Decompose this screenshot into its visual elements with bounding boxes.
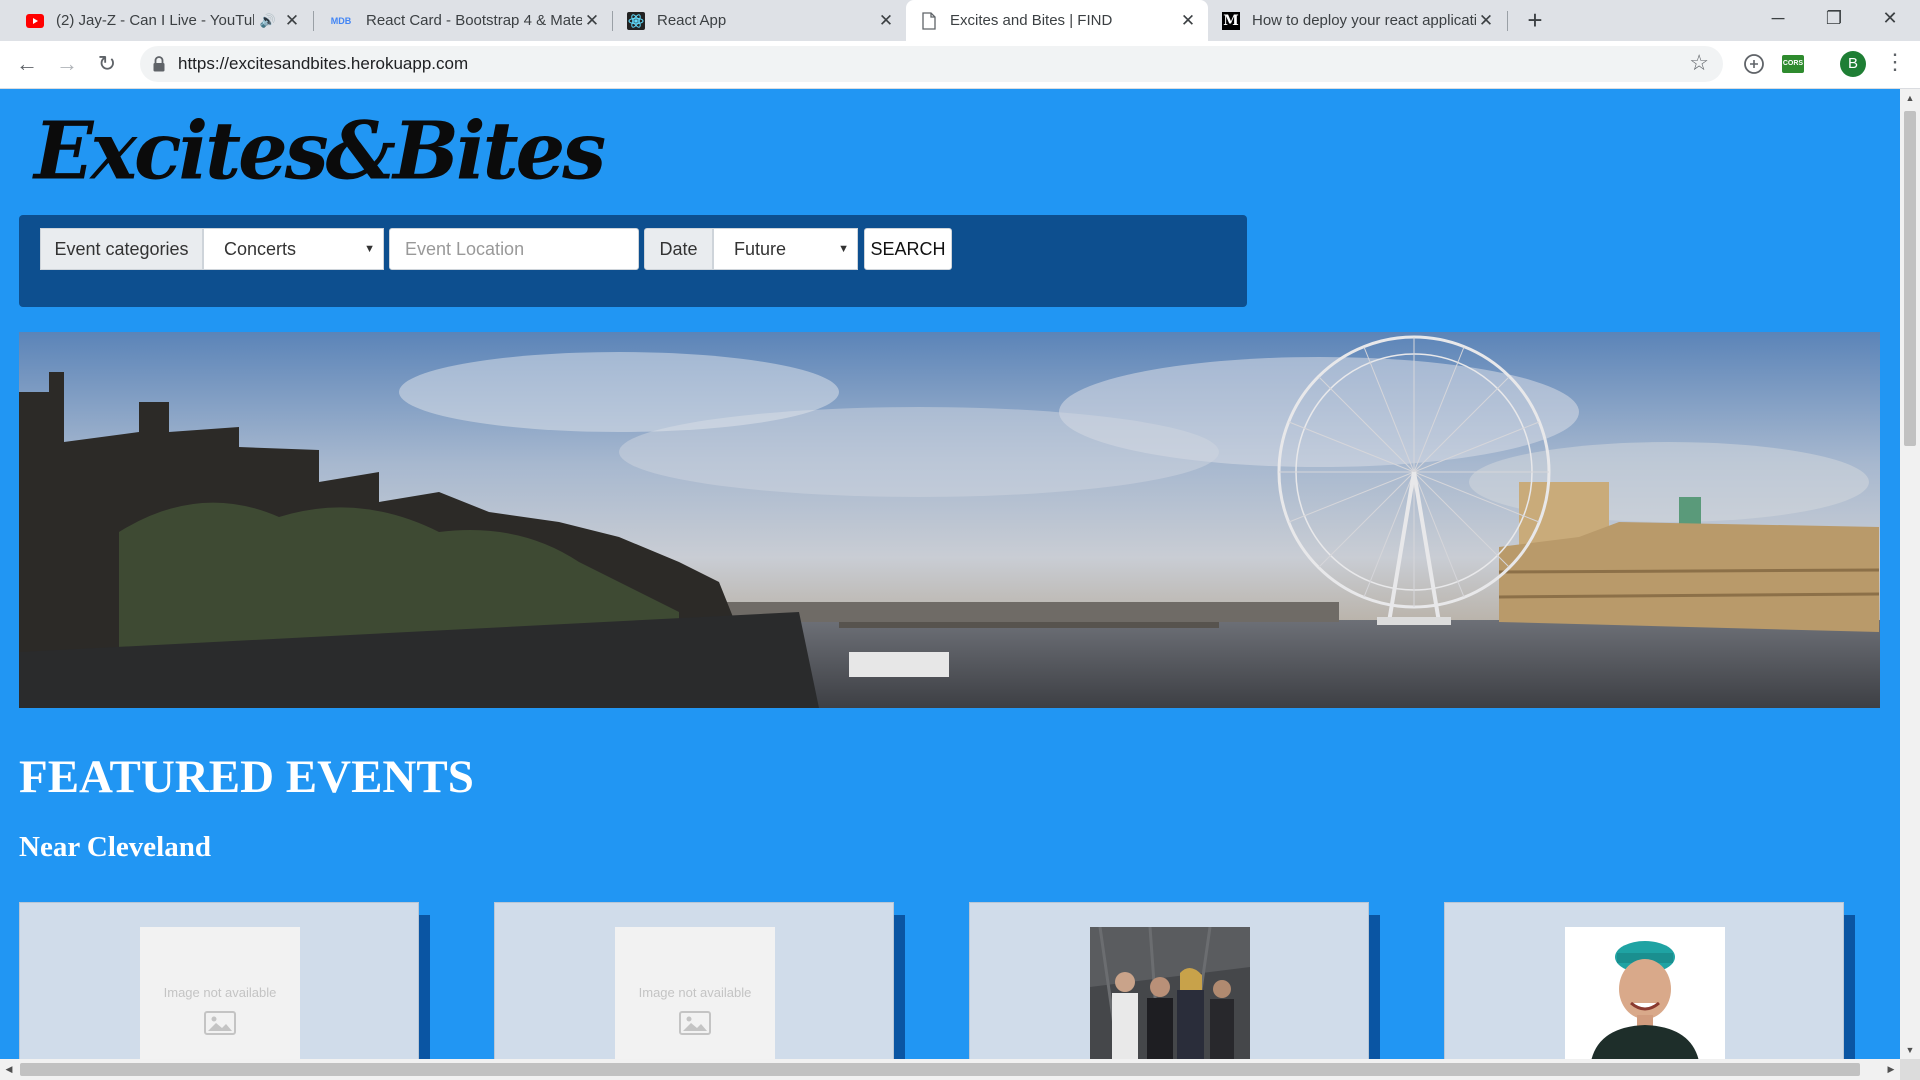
site-logo[interactable]: Excites&Bites	[34, 112, 606, 192]
image-placeholder: Image not available	[140, 927, 300, 1059]
close-window-button[interactable]: ✕	[1862, 0, 1918, 38]
mdb-icon: MDB	[330, 15, 352, 26]
image-not-available-text: Image not available	[638, 985, 752, 1000]
band-photo	[1090, 927, 1250, 1059]
reload-button[interactable]: ↻	[92, 49, 122, 79]
tab-medium[interactable]: M How to deploy your react application ✕	[1208, 0, 1506, 41]
close-tab-icon[interactable]: ✕	[582, 11, 602, 31]
new-tab-button[interactable]: +	[1520, 6, 1550, 36]
featured-events-heading: FEATURED EVENTS	[19, 751, 474, 803]
tab-excites-and-bites[interactable]: Excites and Bites | FIND ✕	[906, 0, 1208, 41]
image-icon	[204, 1011, 236, 1035]
scroll-left-arrow-icon[interactable]: ◀	[0, 1059, 18, 1080]
bookmark-star-icon[interactable]: ☆	[1689, 50, 1709, 76]
browser-tab-strip: (2) Jay-Z - Can I Live - YouTube 🔊 ✕ MDB…	[0, 0, 1920, 41]
page-icon	[920, 11, 938, 30]
address-bar[interactable]: https://excitesandbites.herokuapp.com ☆	[140, 46, 1723, 82]
back-button[interactable]: ←	[12, 49, 42, 79]
tab-title: React App	[657, 12, 727, 29]
close-tab-icon[interactable]: ✕	[876, 11, 896, 31]
scroll-down-arrow-icon[interactable]: ▼	[1900, 1041, 1920, 1059]
scroll-right-arrow-icon[interactable]: ▶	[1882, 1059, 1900, 1080]
url-text[interactable]: https://excitesandbites.herokuapp.com	[178, 54, 468, 74]
forward-button[interactable]: →	[52, 49, 82, 79]
tab-youtube[interactable]: (2) Jay-Z - Can I Live - YouTube 🔊 ✕	[12, 0, 312, 41]
event-card[interactable]	[1444, 902, 1844, 1059]
search-button[interactable]: SEARCH	[864, 228, 952, 270]
lock-icon[interactable]	[152, 55, 170, 73]
chrome-menu-icon[interactable]: ⋮	[1884, 49, 1906, 75]
artist-photo	[1565, 927, 1725, 1059]
close-tab-icon[interactable]: ✕	[1476, 11, 1496, 31]
date-label: Date	[644, 228, 713, 270]
react-icon	[627, 11, 645, 30]
scroll-up-arrow-icon[interactable]: ▲	[1900, 89, 1920, 107]
event-card[interactable]: Image not available	[19, 902, 419, 1059]
restore-button[interactable]: ❐	[1806, 0, 1862, 38]
image-placeholder: Image not available	[615, 927, 775, 1059]
event-card[interactable]: Image not available	[494, 902, 894, 1059]
cors-label: CORS	[1782, 55, 1804, 73]
minimize-button[interactable]: ─	[1750, 0, 1806, 38]
vertical-scroll-thumb[interactable]	[1904, 111, 1916, 446]
image-not-available-text: Image not available	[163, 985, 277, 1000]
browser-toolbar: ← → ↻ https://excitesandbites.herokuapp.…	[0, 41, 1920, 89]
event-card[interactable]	[969, 902, 1369, 1059]
dropdown-arrow-icon: ▼	[838, 243, 849, 255]
tab-react-app[interactable]: React App ✕	[613, 0, 906, 41]
scrollbar-corner	[1900, 1059, 1920, 1080]
extension-icon[interactable]	[1742, 52, 1766, 76]
cors-extension-icon[interactable]: CORS	[1781, 52, 1805, 76]
audio-playing-icon[interactable]: 🔊	[260, 13, 276, 29]
horizontal-scroll-thumb[interactable]	[20, 1063, 1860, 1076]
category-value: Concerts	[224, 239, 297, 259]
medium-icon: M	[1222, 11, 1240, 30]
tab-title: Excites and Bites | FIND	[950, 12, 1113, 29]
close-tab-icon[interactable]: ✕	[1178, 11, 1198, 31]
near-location-heading: Near Cleveland	[19, 831, 211, 863]
date-select[interactable]: Future ▼	[713, 228, 858, 270]
date-value: Future	[734, 239, 787, 259]
event-location-input[interactable]: Event Location	[389, 228, 639, 270]
dropdown-arrow-icon: ▼	[364, 243, 375, 255]
tab-separator	[1507, 11, 1508, 31]
tab-title: (2) Jay-Z - Can I Live - YouTube	[56, 12, 254, 29]
close-tab-icon[interactable]: ✕	[282, 11, 302, 31]
profile-avatar[interactable]: B	[1840, 51, 1866, 77]
category-select[interactable]: Concerts ▼	[203, 228, 384, 270]
hero-banner-london-panorama	[19, 332, 1880, 708]
horizontal-scrollbar[interactable]: ◀ ▶	[0, 1059, 1900, 1080]
event-categories-label: Event categories	[40, 228, 203, 270]
tab-mdb[interactable]: MDB React Card - Bootstrap 4 & Material …	[314, 0, 612, 41]
page-viewport: Excites&Bites Event categories Concerts …	[0, 89, 1900, 1059]
youtube-icon	[26, 12, 44, 30]
tab-title: React Card - Bootstrap 4 & Material Desi…	[366, 12, 582, 29]
image-icon	[679, 1011, 711, 1035]
tab-title: How to deploy your react application	[1252, 12, 1476, 29]
search-panel: Event categories Concerts ▼ Event Locati…	[19, 215, 1247, 307]
vertical-scrollbar[interactable]: ▲ ▼	[1900, 89, 1920, 1059]
